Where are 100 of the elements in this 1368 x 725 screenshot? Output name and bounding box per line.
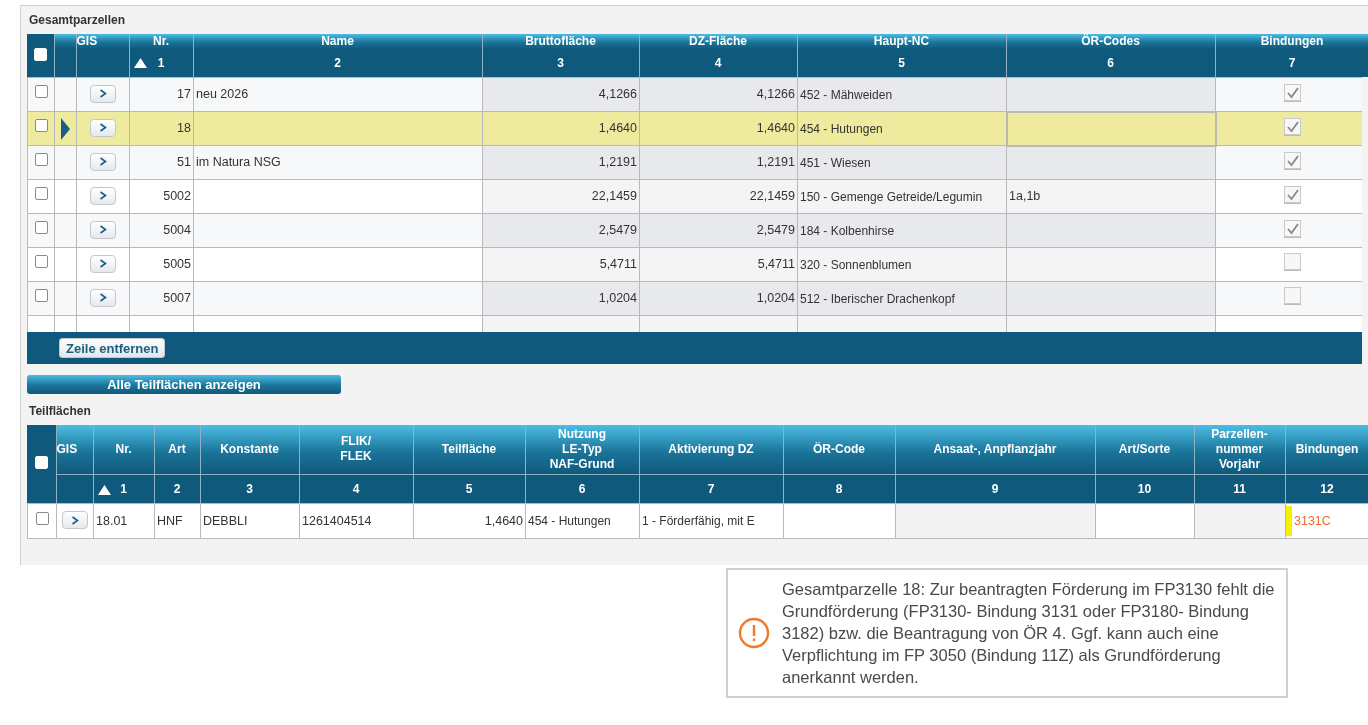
column-header[interactable]: Haupt-NC: [873, 34, 930, 48]
parcel-row[interactable]: 5007 1,0204 1,0204 512 - Iberischer Drachenkopf: [27, 281, 1362, 316]
checkbox[interactable]: [34, 289, 48, 303]
parcel-row[interactable]: 5002 22,1459 22,1459 150 - Gemenge Getreide/Legumin 1a,1b: [27, 179, 1362, 214]
checkbox[interactable]: [34, 85, 48, 99]
column-header[interactable]: Teilfläche: [413, 441, 525, 457]
table-cell: 5007: [163, 291, 191, 306]
chevron-right-icon: [71, 515, 79, 525]
column-number: 7: [707, 481, 715, 496]
column-number: 3: [246, 481, 253, 496]
column-number: 8: [835, 481, 843, 496]
table-cell: 451 - Wiesen: [800, 155, 871, 170]
table-cell: 18.01: [96, 513, 128, 528]
table-cell: 5,4711: [599, 257, 637, 272]
remove-row-button[interactable]: Zeile entfernen: [59, 338, 166, 358]
gis-button[interactable]: [90, 152, 116, 171]
table-cell: 18: [177, 121, 191, 136]
column-header[interactable]: ÖR-Code: [783, 441, 895, 457]
table-cell: 1,2191: [598, 155, 637, 170]
chevron-right-icon: [99, 259, 107, 269]
checkbox[interactable]: [34, 187, 48, 201]
row-pointer-icon: [61, 117, 70, 140]
parcel-row[interactable]: 5004 2,5479 2,5479 184 - Kolbenhirse: [27, 213, 1362, 248]
table-cell: im Natura NSG: [196, 155, 281, 170]
column-header[interactable]: Ansaat-, Anpflanzjahr: [895, 441, 1095, 457]
column-header[interactable]: Bindungen: [1285, 441, 1368, 457]
table-cell: 1,0204: [598, 291, 637, 306]
column-header[interactable]: Art: [154, 441, 200, 457]
column-number: 2: [173, 481, 181, 496]
parcel-row[interactable]: 5005 5,4711 5,4711 320 - Sonnenblumen: [27, 247, 1362, 282]
table-cell: 5004: [163, 223, 191, 238]
checkbox[interactable]: [34, 255, 48, 269]
checkbox[interactable]: [34, 119, 48, 133]
table-cell: 1a,1b: [1009, 189, 1041, 204]
table-cell: 150 - Gemenge Getreide/Legumin: [800, 189, 983, 204]
column-header[interactable]: Bruttofläche: [525, 34, 596, 48]
column-header[interactable]: Konstante: [200, 441, 299, 457]
gis-button[interactable]: [90, 288, 116, 307]
table-cell: 320 - Sonnenblumen: [800, 257, 912, 272]
column-number: 6: [1107, 56, 1114, 70]
column-header[interactable]: Bindungen: [1260, 34, 1324, 48]
chevron-right-icon: [99, 123, 107, 133]
table-cell: 17: [177, 87, 191, 102]
table-cell: 5005: [163, 257, 191, 272]
parcel-row[interactable]: 51 im Natura NSG 1,2191 1,2191 451 - Wiesen: [27, 145, 1362, 180]
table-cell: 4,1266: [756, 87, 795, 102]
table-cell: HNF: [157, 513, 183, 528]
table-cell: 184 - Kolbenhirse: [800, 223, 895, 238]
table-cell: 1,4640: [598, 121, 637, 136]
column-header[interactable]: FLIK/ FLEK: [299, 434, 413, 465]
parcel-row[interactable]: 18 1,4640 1,4640 454 - Hutungen: [27, 111, 1362, 146]
column-number: 3: [557, 56, 564, 70]
column-number: 5: [465, 481, 473, 496]
column-number: 11: [1233, 481, 1246, 496]
gis-button[interactable]: [62, 511, 88, 530]
checkbox[interactable]: [34, 221, 48, 235]
table-cell: 2,5479: [598, 223, 637, 238]
table-cell: 454 - Hutungen: [528, 514, 611, 528]
gis-button[interactable]: [90, 84, 116, 103]
table-cell: 4,1266: [598, 87, 637, 102]
section-title: Teilflächen: [29, 402, 91, 420]
parcel-row[interactable]: 17 neu 2026 4,1266 4,1266 452 - Mähweiden: [27, 77, 1362, 112]
gis-button[interactable]: [90, 254, 116, 273]
column-number: 10: [1137, 481, 1152, 496]
column-header[interactable]: Parzellen- nummer Vorjahr: [1194, 426, 1285, 472]
table-cell: 51: [177, 155, 191, 170]
table-cell: DEBBLI: [203, 513, 248, 528]
column-header[interactable]: Nr.: [153, 34, 169, 48]
gis-button[interactable]: [90, 118, 116, 137]
table-cell: 512 - Iberischer Drachenkopf: [800, 291, 955, 306]
column-number: 4: [714, 56, 722, 70]
gis-button[interactable]: [90, 220, 116, 239]
column-number: 9: [991, 481, 999, 496]
column-number: 5: [898, 56, 905, 70]
column-number: 1: [157, 56, 165, 70]
table-cell: 1,0204: [756, 291, 795, 306]
column-header[interactable]: Nutzung LE-Typ NAF-Grund: [525, 426, 639, 472]
checkbox[interactable]: [34, 153, 48, 167]
column-header[interactable]: GIS: [56, 441, 93, 457]
gis-button[interactable]: [90, 186, 116, 205]
column-number: 6: [578, 481, 586, 496]
column-header[interactable]: Name: [321, 34, 354, 48]
column-header[interactable]: Art/Sorte: [1095, 441, 1194, 457]
show-all-subplots-button[interactable]: Alle Teilflächen anzeigen: [27, 375, 341, 394]
checkbox[interactable]: [35, 511, 49, 525]
table-cell: 2,5479: [756, 223, 795, 238]
chevron-right-icon: [99, 191, 107, 201]
column-header[interactable]: GIS: [76, 34, 98, 48]
section-title: Gesamtparzellen: [29, 12, 126, 29]
column-header[interactable]: DZ-Fläche: [689, 34, 747, 48]
chevron-right-icon: [99, 157, 107, 167]
message-text: Gesamtparzelle 18: Zur beantragten Förderung im FP3130 fehlt die Grundförderung (FP3130- Bindung 3131 oder FP3180- Bindung 3182) bzw. die Beantragung von ÖR 4. Ggf. kann auch eine Verpflichtung im FP 3050 (Bindung 11Z) als Grundförderung anerkannt werden.: [782, 579, 1276, 688]
alert-icon: [738, 617, 770, 649]
table-cell: 5002: [163, 189, 191, 204]
column-number: 1: [120, 481, 127, 496]
table-cell: 22,1459: [749, 189, 795, 204]
column-header[interactable]: ÖR-Codes: [1081, 34, 1140, 48]
column-header[interactable]: Aktivierung DZ: [639, 441, 783, 457]
column-header[interactable]: Nr.: [93, 441, 154, 457]
table-cell: 454 - Hutungen: [800, 121, 883, 136]
